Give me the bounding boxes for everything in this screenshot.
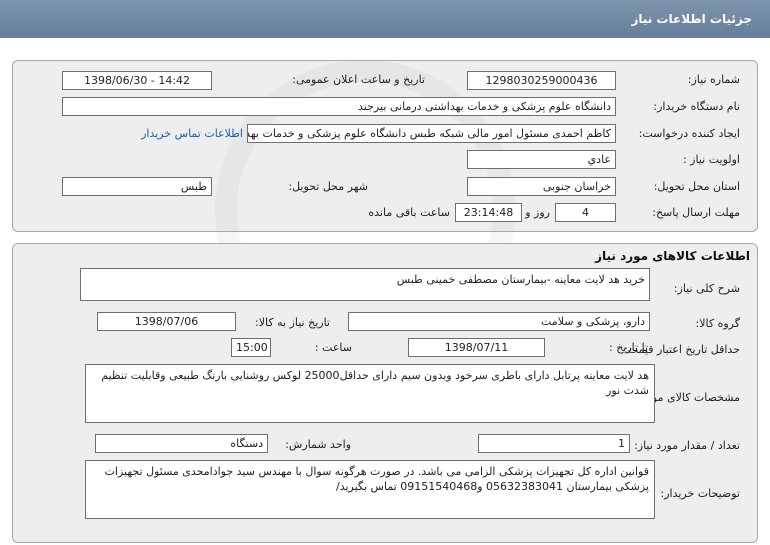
request-creator-label: ایجاد کننده درخواست: xyxy=(638,127,740,140)
days-and-label: روز و xyxy=(525,206,550,219)
validity-time-field: 15:00 xyxy=(231,338,271,357)
delivery-city-label: شهر محل تحویل: xyxy=(288,180,368,193)
priority-label: اولویت نیاز : xyxy=(682,153,740,166)
delivery-city-field: طبس xyxy=(62,177,212,196)
page-header: جزئیات اطلاعات نیاز xyxy=(0,0,770,38)
summary-label: شرح کلی نیاز: xyxy=(673,282,740,295)
buyer-name-label: نام دستگاه خریدار: xyxy=(653,100,740,113)
goods-group-field: دارو، پزشکی و سلامت xyxy=(348,312,650,331)
deadline-days-field: 4 xyxy=(555,203,616,222)
spec-field: هد لایت معاینه پرتابل دارای باطری سرخود … xyxy=(85,364,655,423)
goods-section-title: اطلاعات کالاهای مورد نیاز xyxy=(595,249,750,263)
buyer-notes-field: قوانین اداره کل تجهیزات پزشکی الزامی می … xyxy=(85,460,655,519)
deadline-time-field: 23:14:48 xyxy=(455,203,522,222)
validity-hour-label: ساعت : xyxy=(314,341,352,354)
quantity-field: 1 xyxy=(478,434,630,453)
summary-field: خرید هد لایت معاینه -بیمارستان مصطفی خمی… xyxy=(80,268,650,301)
delivery-province-label: استان محل تحویل: xyxy=(653,180,740,193)
announce-date-field: 1398/06/30 - 14:42 xyxy=(62,71,212,90)
buyer-notes-label: توضیحات خریدار: xyxy=(660,487,741,500)
announce-date-label: تاریخ و ساعت اعلان عمومی: xyxy=(292,73,425,86)
buyer-name-field: دانشگاه علوم پزشکی و خدمات بهداشتی درمان… xyxy=(62,97,616,116)
validity-date-field: 1398/07/11 xyxy=(408,338,545,357)
need-number-field: 1298030259000436 xyxy=(467,71,616,90)
request-creator-field: کاظم احمدی مسئول امور مالی شبکه طبس دانش… xyxy=(247,124,616,143)
goods-group-label: گروه کالا: xyxy=(695,317,740,330)
until-date-label: تا تاریخ : xyxy=(609,341,648,354)
unit-label: واحد شمارش: xyxy=(285,438,351,451)
buyer-contact-link[interactable]: اطلاعات تماس خریدار xyxy=(141,127,243,140)
need-date-field: 1398/07/06 xyxy=(97,312,236,331)
delivery-province-field: خراسان جنوبی xyxy=(467,177,616,196)
need-date-label: تاریخ نیاز به کالا: xyxy=(255,316,330,329)
remaining-label: ساعت باقی مانده xyxy=(368,206,450,219)
page-title: جزئیات اطلاعات نیاز xyxy=(631,12,752,26)
unit-field: دستگاه xyxy=(95,434,268,453)
response-deadline-label: مهلت ارسال پاسخ: xyxy=(652,206,740,219)
need-number-label: شماره نیاز: xyxy=(687,73,740,86)
quantity-label: تعداد / مقدار مورد نیاز: xyxy=(634,439,740,452)
priority-field: عادي xyxy=(467,150,616,169)
